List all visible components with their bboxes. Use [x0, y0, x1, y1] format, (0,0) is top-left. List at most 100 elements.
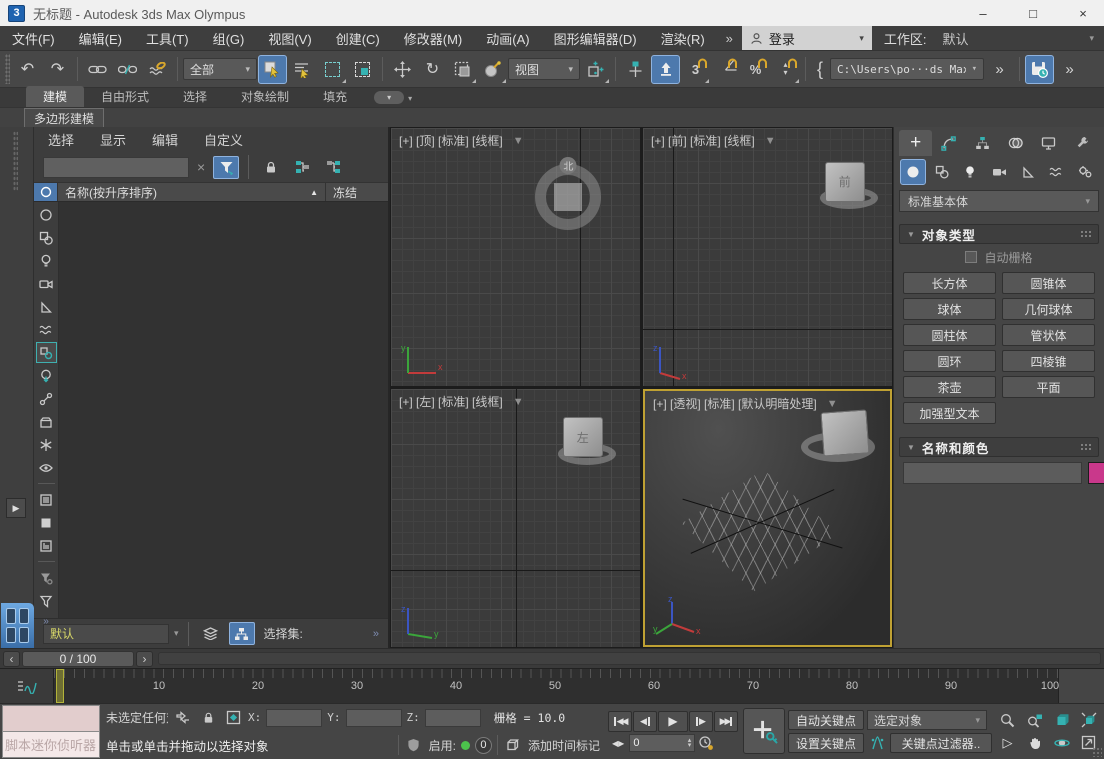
- current-frame-spinner[interactable]: 0 ▴▾: [629, 734, 695, 752]
- previous-frame-button[interactable]: ‹: [3, 651, 20, 667]
- viewport-front[interactable]: [+] [前] [标准] [线框]▼ 前 xz: [643, 128, 892, 386]
- listener-script-pane[interactable]: 脚本迷你侦听器: [2, 731, 100, 758]
- pan-view-button[interactable]: [1023, 732, 1047, 753]
- spinner-snap-toggle-button[interactable]: ▴▾: [771, 55, 800, 84]
- viewport-top[interactable]: [+] [顶] [标准] [线框]▼ 北 xy: [391, 128, 640, 386]
- lights-category-button[interactable]: [957, 159, 983, 185]
- box-button[interactable]: 长方体: [903, 272, 996, 294]
- menu-edit[interactable]: 编辑(E): [67, 26, 134, 50]
- expand-hierarchy-button[interactable]: [289, 156, 315, 179]
- go-to-start-button[interactable]: ◀◀: [608, 711, 632, 732]
- workspace-dropdown[interactable]: 默认 ▾: [933, 26, 1104, 50]
- edit-named-selection-sets-button[interactable]: {: [811, 55, 829, 84]
- bind-to-space-warp-button[interactable]: [143, 55, 172, 84]
- zoom-all-button[interactable]: [1023, 710, 1047, 731]
- menu-tools[interactable]: 工具(T): [134, 26, 201, 50]
- polygon-modeling-panel-tab[interactable]: 多边形建模: [24, 108, 104, 127]
- undo-button[interactable]: ↶: [13, 55, 42, 84]
- close-button[interactable]: ×: [1062, 0, 1104, 26]
- viewcube[interactable]: 左: [563, 417, 603, 457]
- geosphere-button[interactable]: 几何球体: [1002, 298, 1095, 320]
- se-menu-select[interactable]: 选择: [48, 130, 87, 149]
- key-mode-dropdown[interactable]: 选定对象▾: [867, 710, 987, 730]
- ribbon-tab-selection[interactable]: 选择: [166, 86, 224, 107]
- absolute-offset-toggle[interactable]: [223, 708, 243, 727]
- ribbon-tab-populate[interactable]: 填充: [306, 86, 364, 107]
- display-helpers-button[interactable]: [36, 296, 57, 317]
- angle-snap-toggle-button[interactable]: [711, 55, 740, 84]
- snaps-toggle-button[interactable]: [651, 55, 680, 84]
- select-object-button[interactable]: [258, 55, 287, 84]
- menu-create[interactable]: 创建(C): [324, 26, 392, 50]
- time-slider-track[interactable]: [158, 652, 1101, 665]
- zoom-button[interactable]: [996, 710, 1020, 731]
- redo-button[interactable]: ↷: [43, 55, 72, 84]
- motion-tab[interactable]: [999, 130, 1032, 156]
- x-coordinate-field[interactable]: [266, 709, 322, 727]
- cameras-category-button[interactable]: [986, 159, 1012, 185]
- play-button[interactable]: ▶: [658, 711, 688, 732]
- lock-button[interactable]: [258, 156, 284, 179]
- menu-graph-editors[interactable]: 图形编辑器(D): [542, 26, 649, 50]
- auto-key-button[interactable]: 自动关键点: [788, 710, 864, 730]
- time-configuration-button[interactable]: [696, 734, 716, 753]
- display-none-button[interactable]: [36, 204, 57, 225]
- create-tab[interactable]: +: [899, 130, 932, 156]
- toolbar-overflow-button-2[interactable]: »: [1055, 55, 1084, 84]
- hierarchy-view-button[interactable]: [229, 622, 255, 645]
- per-view-filter-icon[interactable]: ▼: [765, 135, 776, 147]
- per-view-filter-icon[interactable]: ▼: [513, 396, 524, 408]
- open-mini-curve-editor-button[interactable]: [0, 669, 54, 703]
- percent-snap-toggle-button[interactable]: %: [741, 55, 770, 84]
- listener-macro-pane[interactable]: [2, 705, 100, 731]
- filter-button[interactable]: [36, 590, 57, 611]
- scene-search-input[interactable]: [43, 157, 189, 178]
- explorer-preset-dropdown[interactable]: 默认: [43, 624, 169, 644]
- name-column-header[interactable]: 名称(按升序排序) ▲: [58, 183, 326, 201]
- torus-button[interactable]: 圆环: [903, 350, 996, 372]
- viewport-perspective-label[interactable]: [+] [透视] [标准] [默认明暗处理]▼: [653, 395, 838, 412]
- per-view-filter-icon[interactable]: ▼: [827, 398, 838, 410]
- maxscript-mini-listener[interactable]: 脚本迷你侦听器: [0, 704, 100, 759]
- display-shapes-button[interactable]: [36, 227, 57, 248]
- cylinder-button[interactable]: 圆柱体: [903, 324, 996, 346]
- ribbon-tab-object-paint[interactable]: 对象绘制: [224, 86, 306, 107]
- toolbar-grip[interactable]: [5, 54, 10, 84]
- degradation-level-button[interactable]: 0: [475, 737, 492, 754]
- time-slider[interactable]: 0 / 100: [22, 651, 134, 667]
- menu-overflow-icon[interactable]: »: [717, 31, 742, 46]
- track-bar-ruler[interactable]: 0 10 20 30 40 50 60 70 80 90 100: [54, 669, 1058, 703]
- clear-search-icon[interactable]: ×: [194, 159, 208, 175]
- use-pivot-point-center-button[interactable]: [581, 55, 610, 84]
- tube-button[interactable]: 管状体: [1002, 324, 1095, 346]
- display-containers-button[interactable]: [36, 411, 57, 432]
- menu-rendering[interactable]: 渲染(R): [649, 26, 717, 50]
- display-space-warps-button[interactable]: [36, 319, 57, 340]
- filter-config-button[interactable]: [36, 567, 57, 588]
- select-and-manipulate-button[interactable]: [621, 55, 650, 84]
- select-and-link-button[interactable]: [83, 55, 112, 84]
- ribbon-minimize-caret[interactable]: ▾: [408, 94, 412, 103]
- rectangular-selection-region-button[interactable]: [318, 55, 347, 84]
- dock-grip[interactable]: [13, 131, 18, 191]
- modify-tab[interactable]: [932, 130, 965, 156]
- add-time-tag[interactable]: 添加时间标记: [528, 737, 600, 754]
- geometry-category-button[interactable]: [900, 159, 926, 185]
- display-bones-button[interactable]: [36, 388, 57, 409]
- ribbon-tab-freeform[interactable]: 自由形式: [84, 86, 166, 107]
- menu-file[interactable]: 文件(F): [0, 26, 67, 50]
- sphere-button[interactable]: 球体: [903, 298, 996, 320]
- display-frozen-button[interactable]: [36, 434, 57, 455]
- key-filters-button[interactable]: 关键点过滤器..: [890, 733, 992, 753]
- selection-lock-icon[interactable]: [198, 708, 218, 727]
- ribbon-tab-modeling[interactable]: 建模: [26, 86, 84, 107]
- 3d-snap-toggle-button[interactable]: 3: [681, 55, 710, 84]
- orbit-button[interactable]: [1050, 732, 1074, 753]
- key-filters-icon[interactable]: [867, 734, 887, 753]
- previous-frame-button[interactable]: ◀: [633, 711, 657, 732]
- go-to-end-button[interactable]: ▶▶: [714, 711, 738, 732]
- hierarchy-tab[interactable]: [966, 130, 999, 156]
- object-category-dropdown[interactable]: 标准基本体 ▾: [899, 190, 1099, 212]
- display-all-button[interactable]: [36, 342, 57, 363]
- plane-button[interactable]: 平面: [1002, 376, 1095, 398]
